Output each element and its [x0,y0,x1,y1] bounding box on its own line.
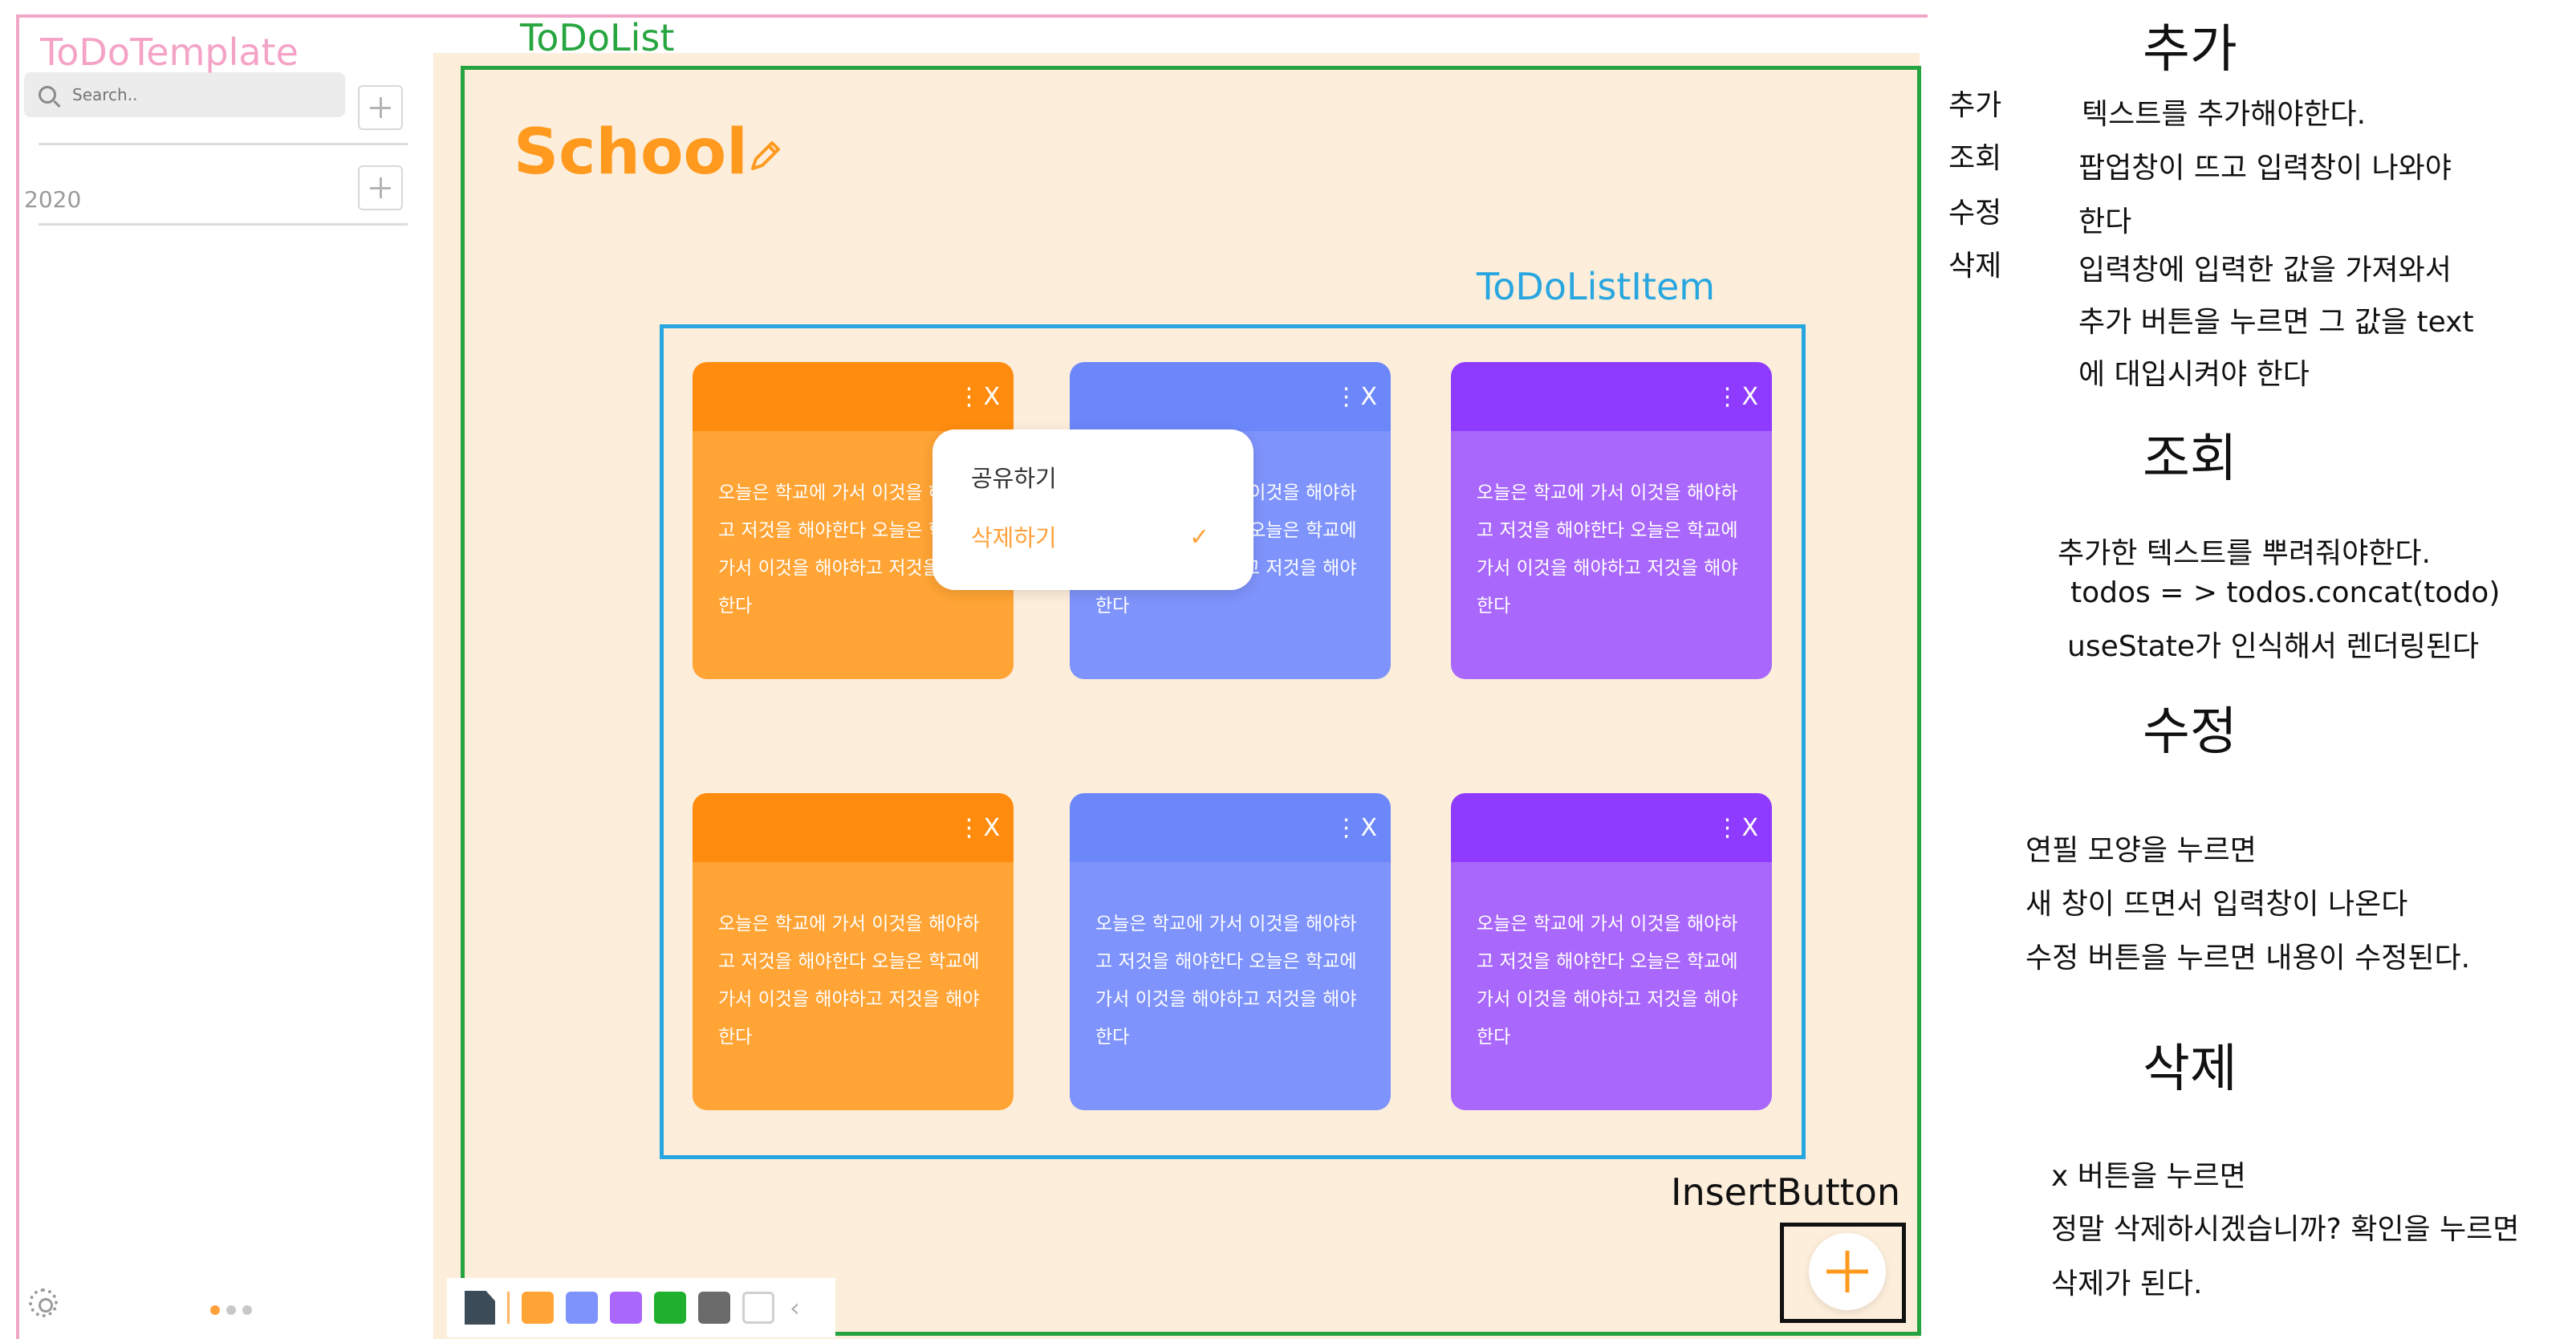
note-line: 에 대입시켜야 한다 [2078,358,2310,391]
todo-card[interactable]: ⋮X 오늘은 학교에 가서 이것을 해야하고 저것을 해야한다 오늘은 학교에 … [1451,793,1772,1110]
note-line: 한다 [2078,206,2132,238]
insert-button[interactable] [1809,1233,1886,1310]
pencil-icon[interactable] [746,136,785,175]
color-toolbar: ‹ [447,1278,835,1337]
card-text: 오늘은 학교에 가서 이것을 해야하고 저것을 해야한다 오늘은 학교에 가서 … [1451,431,1772,679]
note-side-delete: 삭제 [1948,250,2002,283]
card-text: 오늘은 학교에 가서 이것을 해야하고 저것을 해야한다 오늘은 학교에 가서 … [1451,862,1772,1110]
color-swatch-green[interactable] [654,1292,686,1324]
note-line: 수정 버튼을 누르면 내용이 수정된다. [2025,942,2471,975]
todo-card[interactable]: ⋮X 오늘은 학교에 가서 이것을 해야하고 저것을 해야한다 오늘은 학교에 … [1070,793,1391,1110]
todo-card[interactable]: ⋮X 오늘은 학교에 가서 이것을 해야하고 저것을 해야한다 오늘은 학교에 … [693,793,1014,1110]
card-menu-close-icon[interactable]: ⋮X [957,814,1002,842]
todo-card[interactable]: ⋮X 오늘은 학교에 가서 이것을 해야하고 저것을 해야한다 오늘은 학교에 … [1451,362,1772,679]
toolbar-divider [507,1292,510,1324]
todo-list-item-label: ToDoListItem [1477,265,1716,308]
note-line: todos = > todos.concat(todo) [2070,576,2501,609]
note-line: 정말 삭제하시겠습니까? 확인을 누르면 [2051,1213,2520,1246]
card-menu-close-icon[interactable]: ⋮X [957,383,1002,411]
card-header: ⋮X [693,362,1014,431]
color-swatch-gray[interactable] [698,1292,730,1324]
note-side-add: 추가 [1948,89,2002,122]
card-header: ⋮X [1070,362,1391,431]
card-header: ⋮X [1451,793,1772,862]
share-menu-item[interactable]: 공유하기 [971,460,1057,494]
page-title: School [514,116,748,189]
note-line: 팝업창이 뜨고 입력창이 나와야 [2078,152,2452,185]
color-swatch-orange[interactable] [522,1292,554,1324]
note-heading-read: 조회 [2143,429,2237,489]
todo-template-label: ToDoTemplate [40,31,299,74]
card-header: ⋮X [693,793,1014,862]
check-icon: ✓ [1189,523,1210,551]
card-header: ⋮X [1070,793,1391,862]
note-line: 새 창이 뜨면서 입력창이 나온다 [2025,888,2408,921]
insert-button-label: InsertButton [1671,1170,1901,1214]
document-icon[interactable] [465,1291,495,1325]
note-line: 추가한 텍스트를 뿌려줘야한다. [2058,537,2431,570]
card-header: ⋮X [1451,362,1772,431]
note-line: 추가 버튼을 누르면 그 값을 text [2078,306,2474,339]
note-heading-add: 추가 [2143,20,2237,79]
note-heading-delete: 삭제 [2143,1040,2237,1099]
note-side-edit: 수정 [1948,197,2002,230]
notes-panel: 추가 조회 수정 삭제 추가 텍스트를 추가해야한다. 팝업창이 뜨고 입력창이… [1942,0,2576,1339]
delete-menu-item[interactable]: 삭제하기 [971,519,1057,553]
card-menu-close-icon[interactable]: ⋮X [1334,814,1379,842]
chevron-left-icon[interactable]: ‹ [790,1292,800,1323]
card-menu-close-icon[interactable]: ⋮X [1334,383,1379,411]
todo-list-label: ToDoList [520,16,675,59]
note-line: 텍스트를 추가해야한다. [2082,98,2367,131]
note-line: 연필 모양을 누르면 [2025,834,2257,867]
color-swatch-purple[interactable] [610,1292,642,1324]
note-side-read: 조회 [1948,142,2002,175]
card-options-popup: 공유하기 삭제하기 ✓ [932,429,1253,590]
card-text: 오늘은 학교에 가서 이것을 해야하고 저것을 해야한다 오늘은 학교에 가서 … [693,862,1014,1110]
color-swatch-white[interactable] [742,1292,774,1324]
card-menu-close-icon[interactable]: ⋮X [1715,814,1761,842]
color-swatch-blue[interactable] [566,1292,598,1324]
note-line: x 버튼을 누르면 [2051,1160,2246,1193]
note-line: 삭제가 된다. [2051,1268,2203,1300]
note-line: useState가 인식해서 렌더링된다 [2067,630,2480,663]
note-heading-edit: 수정 [2143,702,2237,762]
note-line: 입력창에 입력한 값을 가져와서 [2078,254,2452,287]
card-text: 오늘은 학교에 가서 이것을 해야하고 저것을 해야한다 오늘은 학교에 가서 … [1070,862,1391,1110]
card-menu-close-icon[interactable]: ⋮X [1715,383,1761,411]
